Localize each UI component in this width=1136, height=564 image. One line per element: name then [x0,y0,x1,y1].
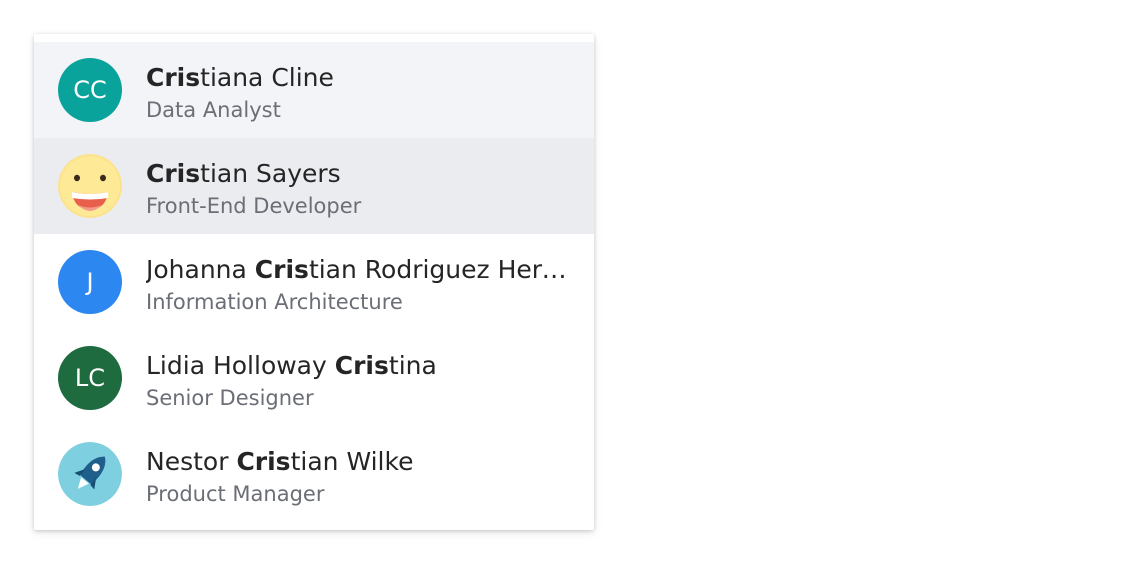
suggestion-item-nestor-cristian-wilke[interactable]: Nestor Cristian Wilke Product Manager [34,426,594,522]
name-prefix: Nestor [146,447,237,476]
person-role: Senior Designer [146,386,314,410]
avatar-initials-text: LC [74,364,106,392]
suggestion-text: Johanna Cristian Rodriguez Hernández Inf… [146,252,570,316]
person-name: Cristiana Cline [146,60,570,96]
name-prefix: Lidia Holloway [146,351,335,380]
avatar-initials: CC [58,58,122,122]
name-suffix: tian Rodriguez Hernández [308,255,570,284]
name-suffix: tian Sayers [200,159,341,188]
person-name: Nestor Cristian Wilke [146,444,570,480]
person-name: Lidia Holloway Cristina [146,348,570,384]
smiley-face-icon [58,154,122,218]
name-suffix: tina [388,351,437,380]
avatar-initials-text: CC [73,76,107,104]
name-suffix: tiana Cline [200,63,334,92]
avatar-initials: LC [58,346,122,410]
suggestion-text: Cristian Sayers Front-End Developer [146,156,570,220]
person-role: Information Architecture [146,290,403,314]
name-suffix: tian Wilke [290,447,414,476]
suggestion-item-lidia-holloway-cristina[interactable]: LC Lidia Holloway Cristina Senior Design… [34,330,594,426]
avatar-initials: J [58,250,122,314]
name-match-highlight: Cris [236,447,291,476]
name-prefix: Johanna [146,255,255,284]
name-match-highlight: Cris [146,63,201,92]
name-match-highlight: Cris [254,255,309,284]
name-match-highlight: Cris [146,159,201,188]
suggestion-text: Lidia Holloway Cristina Senior Designer [146,348,570,412]
suggestion-item-johanna-cristian-rodriguez[interactable]: J Johanna Cristian Rodriguez Hernández I… [34,234,594,330]
person-name: Cristian Sayers [146,156,570,192]
people-picker-suggestions: CC Cristiana Cline Data Analyst Cristian… [34,34,594,530]
suggestion-item-cristian-sayers[interactable]: Cristian Sayers Front-End Developer [34,138,594,234]
rocket-icon [58,442,122,506]
avatar-initials-text: J [86,268,94,296]
suggestion-item-cristiana-cline[interactable]: CC Cristiana Cline Data Analyst [34,42,594,138]
suggestion-text: Cristiana Cline Data Analyst [146,60,570,124]
person-role: Product Manager [146,482,325,506]
person-role: Data Analyst [146,98,281,122]
person-name: Johanna Cristian Rodriguez Hernández [146,252,570,288]
suggestion-text: Nestor Cristian Wilke Product Manager [146,444,570,508]
person-role: Front-End Developer [146,194,362,218]
name-match-highlight: Cris [334,351,389,380]
